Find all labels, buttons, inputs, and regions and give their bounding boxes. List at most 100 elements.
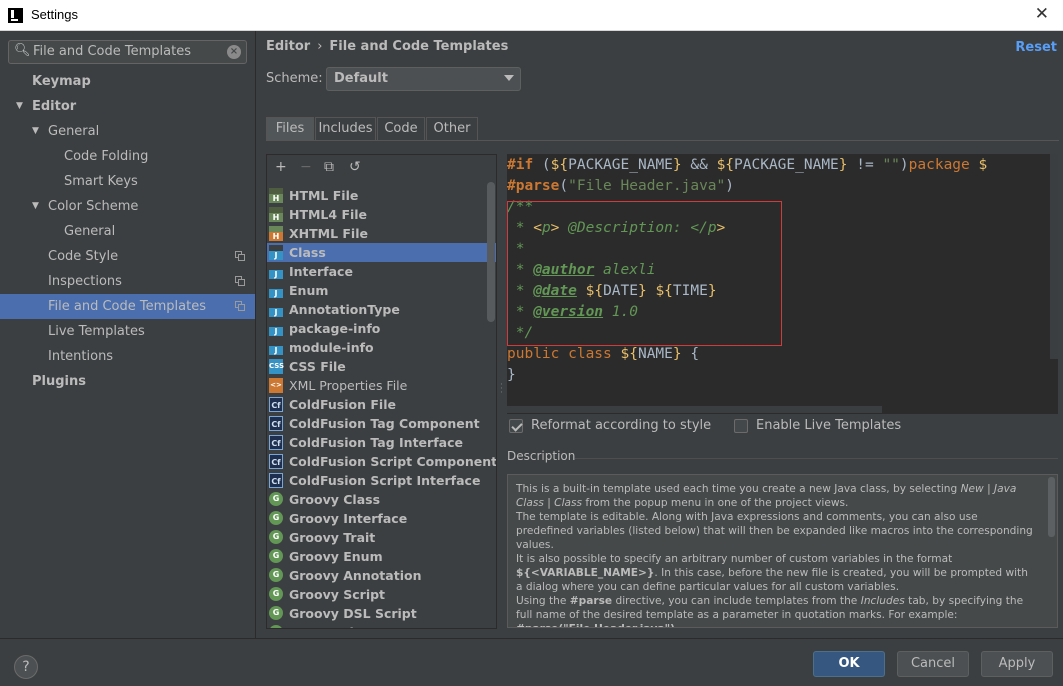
template-item[interactable]: G Groovy Trait [267, 528, 496, 547]
description-paragraph: The template is editable. Along with Jav… [516, 510, 1036, 552]
template-item[interactable]: Cf ColdFusion File [267, 395, 496, 414]
template-item[interactable]: Jmodule-info [267, 338, 496, 357]
sidebar-item-general[interactable]: General [0, 219, 255, 244]
settings-sidebar: 🔍︎ File and Code Templates × Keymap ▼ Edit… [0, 31, 256, 638]
template-item[interactable]: H HTML4 File [267, 205, 496, 224]
sidebar-item-editor[interactable]: ▼ Editor [0, 94, 255, 119]
search-field[interactable]: 🔍︎ File and Code Templates × [8, 40, 247, 64]
code-token: NAME [637, 346, 673, 362]
sidebar-item-code-folding[interactable]: Code Folding [0, 144, 255, 169]
sidebar-item-plugins[interactable]: Plugins [0, 369, 255, 394]
template-item[interactable]: H XHTML File [267, 224, 496, 243]
sidebar-item-file-and-code-templates[interactable]: File and Code Templates [0, 294, 255, 319]
sidebar-item-keymap[interactable]: Keymap [0, 69, 255, 94]
template-item[interactable]: Cf ColdFusion Script Interface [267, 471, 496, 490]
expand-arrow-icon[interactable]: ▼ [32, 194, 39, 219]
template-item[interactable]: G Groovy Enum [267, 547, 496, 566]
template-item[interactable]: H HTML File [267, 186, 496, 205]
tab-other[interactable]: Other [426, 117, 478, 140]
sidebar-item-code-style[interactable]: Code Style [0, 244, 255, 269]
project-scope-icon [235, 276, 245, 286]
sidebar-item-general[interactable]: ▼ General [0, 119, 255, 144]
template-item[interactable]: Cf ColdFusion Tag Interface [267, 433, 496, 452]
template-item[interactable]: G Groovy Class [267, 490, 496, 509]
description-fragment: from the popup menu in one of the projec… [582, 497, 849, 509]
html-file-icon: H [269, 207, 283, 222]
reset-link[interactable]: Reset [1015, 40, 1057, 55]
template-editor[interactable]: #if (${PACKAGE_NAME} && ${PACKAGE_NAME} … [507, 154, 1058, 414]
cf-file-icon: Cf [269, 416, 283, 431]
description-paragraph: It is also possible to specify an arbitr… [516, 552, 1036, 594]
sidebar-item-label: Smart Keys [64, 174, 138, 189]
template-item[interactable]: <> XML Properties File [267, 376, 496, 395]
code-line[interactable]: public class ${NAME} { [507, 344, 699, 365]
template-item[interactable]: J Interface [267, 262, 496, 281]
search-input[interactable]: File and Code Templates [33, 44, 191, 59]
reformat-label[interactable]: Reformat according to style [531, 418, 711, 433]
apply-button[interactable]: Apply [981, 651, 1053, 677]
live-templates-label[interactable]: Enable Live Templates [756, 418, 901, 433]
template-item[interactable]: Cf ColdFusion Tag Component [267, 414, 496, 433]
template-item[interactable]: J Enum [267, 281, 496, 300]
remove-icon[interactable]: − [300, 159, 312, 175]
reformat-check-box[interactable] [509, 419, 523, 433]
template-item[interactable]: G Groovy Interface [267, 509, 496, 528]
clear-search-icon[interactable]: × [227, 45, 241, 59]
description-pane: This is a built-in template used each ti… [507, 474, 1058, 628]
expand-arrow-icon[interactable]: ▼ [32, 119, 39, 144]
close-icon[interactable]: ✕ [1035, 4, 1049, 24]
code-line[interactable]: #if (${PACKAGE_NAME} && ${PACKAGE_NAME} … [507, 155, 987, 176]
template-name: Gant Script [289, 623, 369, 628]
template-item[interactable]: J Class [267, 243, 496, 262]
sidebar-item-smart-keys[interactable]: Smart Keys [0, 169, 255, 194]
help-button[interactable]: ? [14, 655, 38, 679]
sidebar-item-inspections[interactable]: Inspections [0, 269, 255, 294]
title-bar: Settings ✕ [0, 0, 1063, 31]
template-list-scrollbar[interactable] [487, 182, 495, 322]
template-item[interactable]: Jpackage-info [267, 319, 496, 338]
splitter-handle[interactable]: · · · [500, 381, 504, 399]
java-file-icon: J [269, 283, 283, 298]
java-file-icon: J [269, 264, 283, 279]
expand-arrow-icon[interactable]: ▼ [16, 94, 23, 119]
sidebar-item-intentions[interactable]: Intentions [0, 344, 255, 369]
live-check-box[interactable] [734, 419, 748, 433]
description-fragment: Using the [516, 595, 570, 607]
sidebar-item-color-scheme[interactable]: ▼ Color Scheme [0, 194, 255, 219]
template-item[interactable]: J AnnotationType [267, 300, 496, 319]
template-name: ColdFusion Tag Interface [289, 435, 463, 450]
code-line[interactable]: } [507, 365, 516, 386]
ok-button[interactable]: OK [813, 651, 885, 677]
code-token: ${ [550, 157, 569, 173]
template-item[interactable]: Cf ColdFusion Script Component [267, 452, 496, 471]
sidebar-item-live-templates[interactable]: Live Templates [0, 319, 255, 344]
template-item[interactable]: CSS CSS File [267, 357, 496, 376]
copy-icon[interactable]: ⧉ [324, 159, 334, 175]
template-item[interactable]: G Groovy Script [267, 585, 496, 604]
template-name: Class [289, 245, 326, 260]
description-scrollbar[interactable] [1048, 477, 1055, 537]
intellij-icon [8, 8, 23, 23]
code-line[interactable]: #parse("File Header.java") [507, 176, 734, 197]
main-panel: Editor › File and Code Templates Reset Sch… [257, 31, 1063, 638]
add-icon[interactable]: + [275, 159, 287, 175]
editor-vertical-scrollbar[interactable] [1050, 154, 1058, 359]
template-name: ColdFusion File [289, 397, 396, 412]
breadcrumb-page: File and Code Templates [329, 39, 509, 54]
sidebar-item-label: Editor [32, 99, 77, 114]
tab-includes[interactable]: Includes [315, 117, 376, 140]
search-icon[interactable]: 🔍︎ [14, 43, 31, 58]
code-token: } [672, 346, 682, 362]
editor-horizontal-scrollbar[interactable] [507, 406, 882, 413]
template-item[interactable]: G Gant Script [267, 623, 496, 628]
groovy-file-icon: G [269, 625, 283, 628]
tab-files[interactable]: Files [266, 117, 314, 140]
scheme-dropdown[interactable]: Default [326, 67, 521, 91]
cancel-button[interactable]: Cancel [897, 651, 969, 677]
template-item[interactable]: G Groovy Annotation [267, 566, 496, 585]
reset-icon[interactable]: ↺ [349, 159, 361, 175]
tab-code[interactable]: Code [377, 117, 425, 140]
template-name: AnnotationType [289, 302, 400, 317]
template-item[interactable]: G Groovy DSL Script [267, 604, 496, 623]
scheme-value: Default [334, 71, 388, 86]
